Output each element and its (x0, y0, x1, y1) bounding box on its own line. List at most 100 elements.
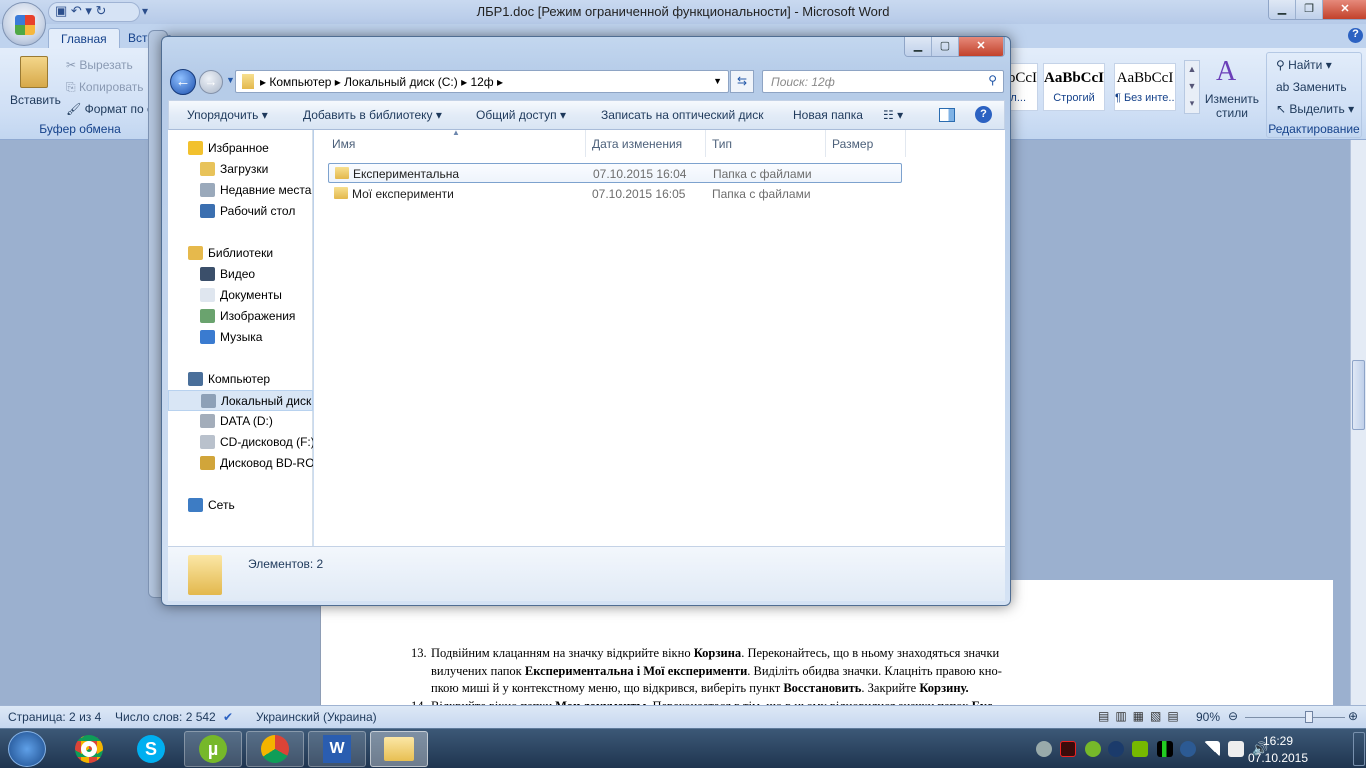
vertical-scrollbar[interactable] (1350, 140, 1366, 705)
nvidia-icon[interactable] (1132, 741, 1148, 757)
taskbar-explorer[interactable] (370, 731, 428, 767)
zoom-out-icon[interactable]: ⊖ (1228, 709, 1238, 723)
cpu-meter-icon[interactable] (1157, 741, 1173, 757)
show-desktop-button[interactable] (1353, 732, 1365, 766)
wifi-share-icon[interactable] (1036, 741, 1052, 757)
nav-item-label: Компьютер (208, 372, 271, 386)
style-strong[interactable]: AaBbCcI Строгий (1043, 63, 1105, 111)
zoom-slider[interactable] (1245, 717, 1345, 718)
minimize-button[interactable]: ▁ (1269, 0, 1296, 19)
nav-item[interactable]: Дисковод BD-ROM (168, 453, 313, 474)
nav-item[interactable]: Загрузки (168, 159, 313, 180)
view-buttons[interactable]: ▤▥▦▧▤ (1098, 709, 1185, 723)
page-count[interactable]: Страница: 2 из 4 (8, 710, 101, 724)
search-input[interactable]: Поиск: 12ф ⚲ (762, 70, 1004, 93)
start-button[interactable] (8, 731, 46, 767)
burn-button[interactable]: Записать на оптический диск (601, 108, 764, 122)
share-button[interactable]: Общий доступ ▾ (476, 108, 566, 122)
find-button[interactable]: ⚲ Найти ▾ (1276, 58, 1332, 72)
proofing-icon[interactable]: ✔ (223, 710, 233, 724)
nav-item-icon (188, 372, 203, 386)
close-button[interactable]: ✕ (959, 37, 1004, 56)
address-bar[interactable]: ▸ Компьютер ▸ Локальный диск (C:) ▸ 12ф … (235, 70, 729, 93)
avast-icon[interactable] (1180, 741, 1196, 757)
breadcrumb-12f[interactable]: 12ф (470, 75, 493, 89)
office-button[interactable] (2, 2, 46, 46)
taskbar-skype[interactable]: S (122, 731, 180, 767)
organize-button[interactable]: Упорядочить ▾ (187, 108, 268, 122)
nav-item[interactable]: Библиотеки (168, 243, 313, 264)
view-options-button[interactable]: ☷ ▾ (883, 108, 903, 122)
scroll-thumb[interactable] (1352, 360, 1365, 430)
nav-item[interactable]: Изображения (168, 306, 313, 327)
breadcrumb-computer[interactable]: Компьютер (269, 75, 331, 89)
adobe-icon[interactable] (1060, 741, 1076, 757)
language[interactable]: Украинский (Украина) (256, 710, 377, 724)
nav-item[interactable]: DATA (D:) (168, 411, 313, 432)
file-row[interactable]: Мої експерименти 07.10.2015 16:05 Папка с … (328, 184, 902, 204)
utorrent-tray-icon[interactable] (1085, 741, 1101, 757)
taskbar-chrome[interactable] (246, 731, 304, 767)
nav-item[interactable]: Локальный диск (C:) (168, 390, 313, 411)
taskbar-utorrent[interactable]: µ (184, 731, 242, 767)
nav-item[interactable]: CD-дисковод (F:) (168, 432, 313, 453)
steam-icon[interactable] (1108, 741, 1124, 757)
refresh-button[interactable]: ⇆ (730, 70, 754, 93)
column-date[interactable]: Дата изменения (586, 130, 706, 157)
text-run: Експериментальна і Мої експерименти (524, 663, 748, 678)
address-dropdown-icon[interactable]: ▼ (713, 76, 722, 86)
nav-item[interactable]: Недавние места (168, 180, 313, 201)
nav-item[interactable]: Сеть (168, 495, 313, 516)
taskbar-chrome-pinned[interactable] (60, 731, 118, 767)
file-name: Мої експерименти (352, 187, 454, 201)
zoom-slider-thumb[interactable] (1304, 711, 1313, 723)
zoom-in-icon[interactable]: ⊕ (1348, 709, 1358, 723)
cut-button[interactable]: ✂ Вырезать (66, 58, 133, 72)
help-icon[interactable]: ? (1348, 28, 1363, 43)
paste-button[interactable]: Вставить (10, 93, 61, 107)
nav-item[interactable]: Компьютер (168, 369, 313, 390)
restore-button[interactable]: ❐ (1296, 0, 1323, 19)
nav-item[interactable]: Видео (168, 264, 313, 285)
replace-label: Заменить (1292, 80, 1347, 94)
nav-item[interactable]: Музыка (168, 327, 313, 348)
style-no-spacing[interactable]: AaBbCcI ¶ Без инте... (1114, 63, 1176, 111)
customize-qat-icon[interactable]: ▾ (142, 4, 148, 18)
breadcrumb: ▸ Компьютер ▸ Локальный диск (C:) ▸ 12ф … (260, 75, 504, 89)
taskbar-word[interactable]: W (308, 731, 366, 767)
clock-time: 16:29 (1262, 734, 1294, 748)
word-count[interactable]: Число слов: 2 542 (115, 710, 216, 724)
styles-scroll[interactable]: ▲ ▼ ▾ (1184, 60, 1200, 114)
column-type[interactable]: Тип (706, 130, 826, 157)
help-icon[interactable]: ? (975, 106, 992, 123)
preview-pane-icon[interactable] (939, 108, 955, 122)
select-button[interactable]: ↖ Выделить ▾ (1276, 102, 1354, 116)
column-size[interactable]: Размер (826, 130, 906, 157)
nav-item-label: Видео (220, 267, 256, 281)
back-button[interactable]: ← (170, 69, 196, 95)
window-title: ЛБР1.doc [Режим ограниченной функциональ… (476, 4, 890, 19)
clock[interactable]: 16:29 07.10.2015 (1240, 733, 1316, 767)
recent-pages-dropdown[interactable]: ▼ (226, 75, 235, 85)
nav-item[interactable]: Документы (168, 285, 313, 306)
copy-button[interactable]: ⎘ Копировать (66, 80, 144, 95)
replace-button[interactable]: ab Заменить (1276, 80, 1347, 94)
zoom-level[interactable]: 90% (1196, 710, 1220, 724)
tab-home[interactable]: Главная (48, 28, 120, 48)
folder-large-icon (188, 555, 222, 595)
file-row[interactable]: Експериментальна 07.10.2015 16:04 Папка с … (328, 163, 902, 183)
change-styles-button[interactable]: Изменить стили (1203, 92, 1261, 120)
quick-access-toolbar[interactable]: ▣ ↶ ▾ ↻ (48, 2, 140, 22)
signal-icon[interactable] (1204, 741, 1220, 757)
forward-button[interactable]: → (199, 70, 223, 94)
add-to-library-button[interactable]: Добавить в библиотеку ▾ (303, 108, 442, 122)
maximize-button[interactable]: ▢ (932, 37, 959, 56)
minimize-button[interactable]: ▁ (905, 37, 932, 56)
nav-item[interactable]: Избранное (168, 138, 313, 159)
breadcrumb-local-disk[interactable]: Локальный диск (C:) (344, 75, 458, 89)
close-button[interactable]: ✕ (1323, 0, 1366, 19)
text-run: . Закрийте (861, 681, 920, 695)
new-folder-button[interactable]: Новая папка (793, 108, 863, 122)
style-name: ¶ Без инте... (1115, 92, 1175, 104)
nav-item[interactable]: Рабочий стол (168, 201, 313, 222)
